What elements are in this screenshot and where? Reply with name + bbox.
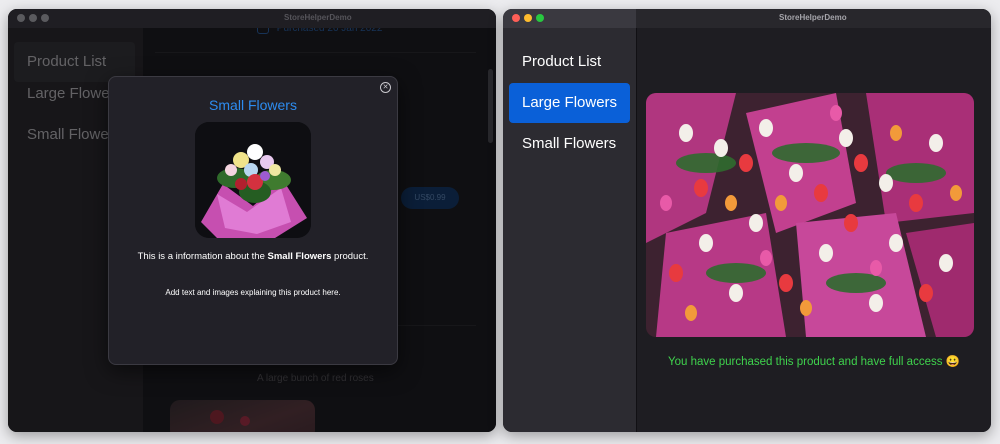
product-detail-view: You have purchased this product and have… (637, 28, 991, 432)
large-flowers-tulip-bouquets-icon (646, 93, 974, 337)
close-window-button[interactable] (512, 14, 520, 22)
info-suffix: product. (331, 251, 369, 262)
sheet-title: Small Flowers (209, 97, 297, 113)
zoom-window-button[interactable] (536, 14, 544, 22)
window-title: StoreHelperDemo (284, 13, 352, 22)
info-product-name: Small Flowers (267, 251, 332, 262)
minimize-window-button[interactable] (29, 14, 37, 22)
purchase-status-message: You have purchased this product and have… (668, 356, 960, 368)
close-window-button[interactable] (17, 14, 25, 22)
small-flowers-bouquet-icon (195, 122, 311, 238)
info-prefix: This is a information about the (137, 251, 268, 262)
product-info-text: This is a information about the Small Fl… (109, 251, 397, 262)
left-titlebar: StoreHelperDemo (8, 9, 496, 28)
sidebar-item-label: Large Flowers (522, 94, 618, 111)
sidebar-item-label: Product List (522, 53, 602, 70)
right-titlebar (503, 9, 636, 28)
sidebar-item-label: Small Flowers (522, 135, 617, 152)
sidebar-item-product-list[interactable]: Product List (509, 42, 630, 82)
minimize-window-button[interactable] (524, 14, 532, 22)
product-info-sheet: ✕ Small Flowers This is a information ab… (108, 76, 398, 365)
large-flowers-image (646, 93, 974, 337)
left-app-window: Product List Large Flowers Small Flowers… (8, 9, 496, 432)
right-sidebar: Product List Large Flowers Small Flowers (503, 28, 636, 432)
sidebar-item-large-flowers[interactable]: Large Flowers (509, 83, 630, 123)
right-titlebar-main: StoreHelperDemo (636, 9, 991, 28)
zoom-window-button[interactable] (41, 14, 49, 22)
sheet-close-button[interactable]: ✕ (380, 82, 391, 93)
help-text: Add text and images explaining this prod… (165, 288, 341, 297)
sidebar-item-small-flowers[interactable]: Small Flowers (509, 124, 630, 164)
small-flowers-image (195, 122, 311, 238)
close-icon: ✕ (382, 84, 389, 91)
window-title: StoreHelperDemo (779, 13, 847, 22)
right-app-window: StoreHelperDemo Product List Large Flowe… (503, 9, 991, 432)
